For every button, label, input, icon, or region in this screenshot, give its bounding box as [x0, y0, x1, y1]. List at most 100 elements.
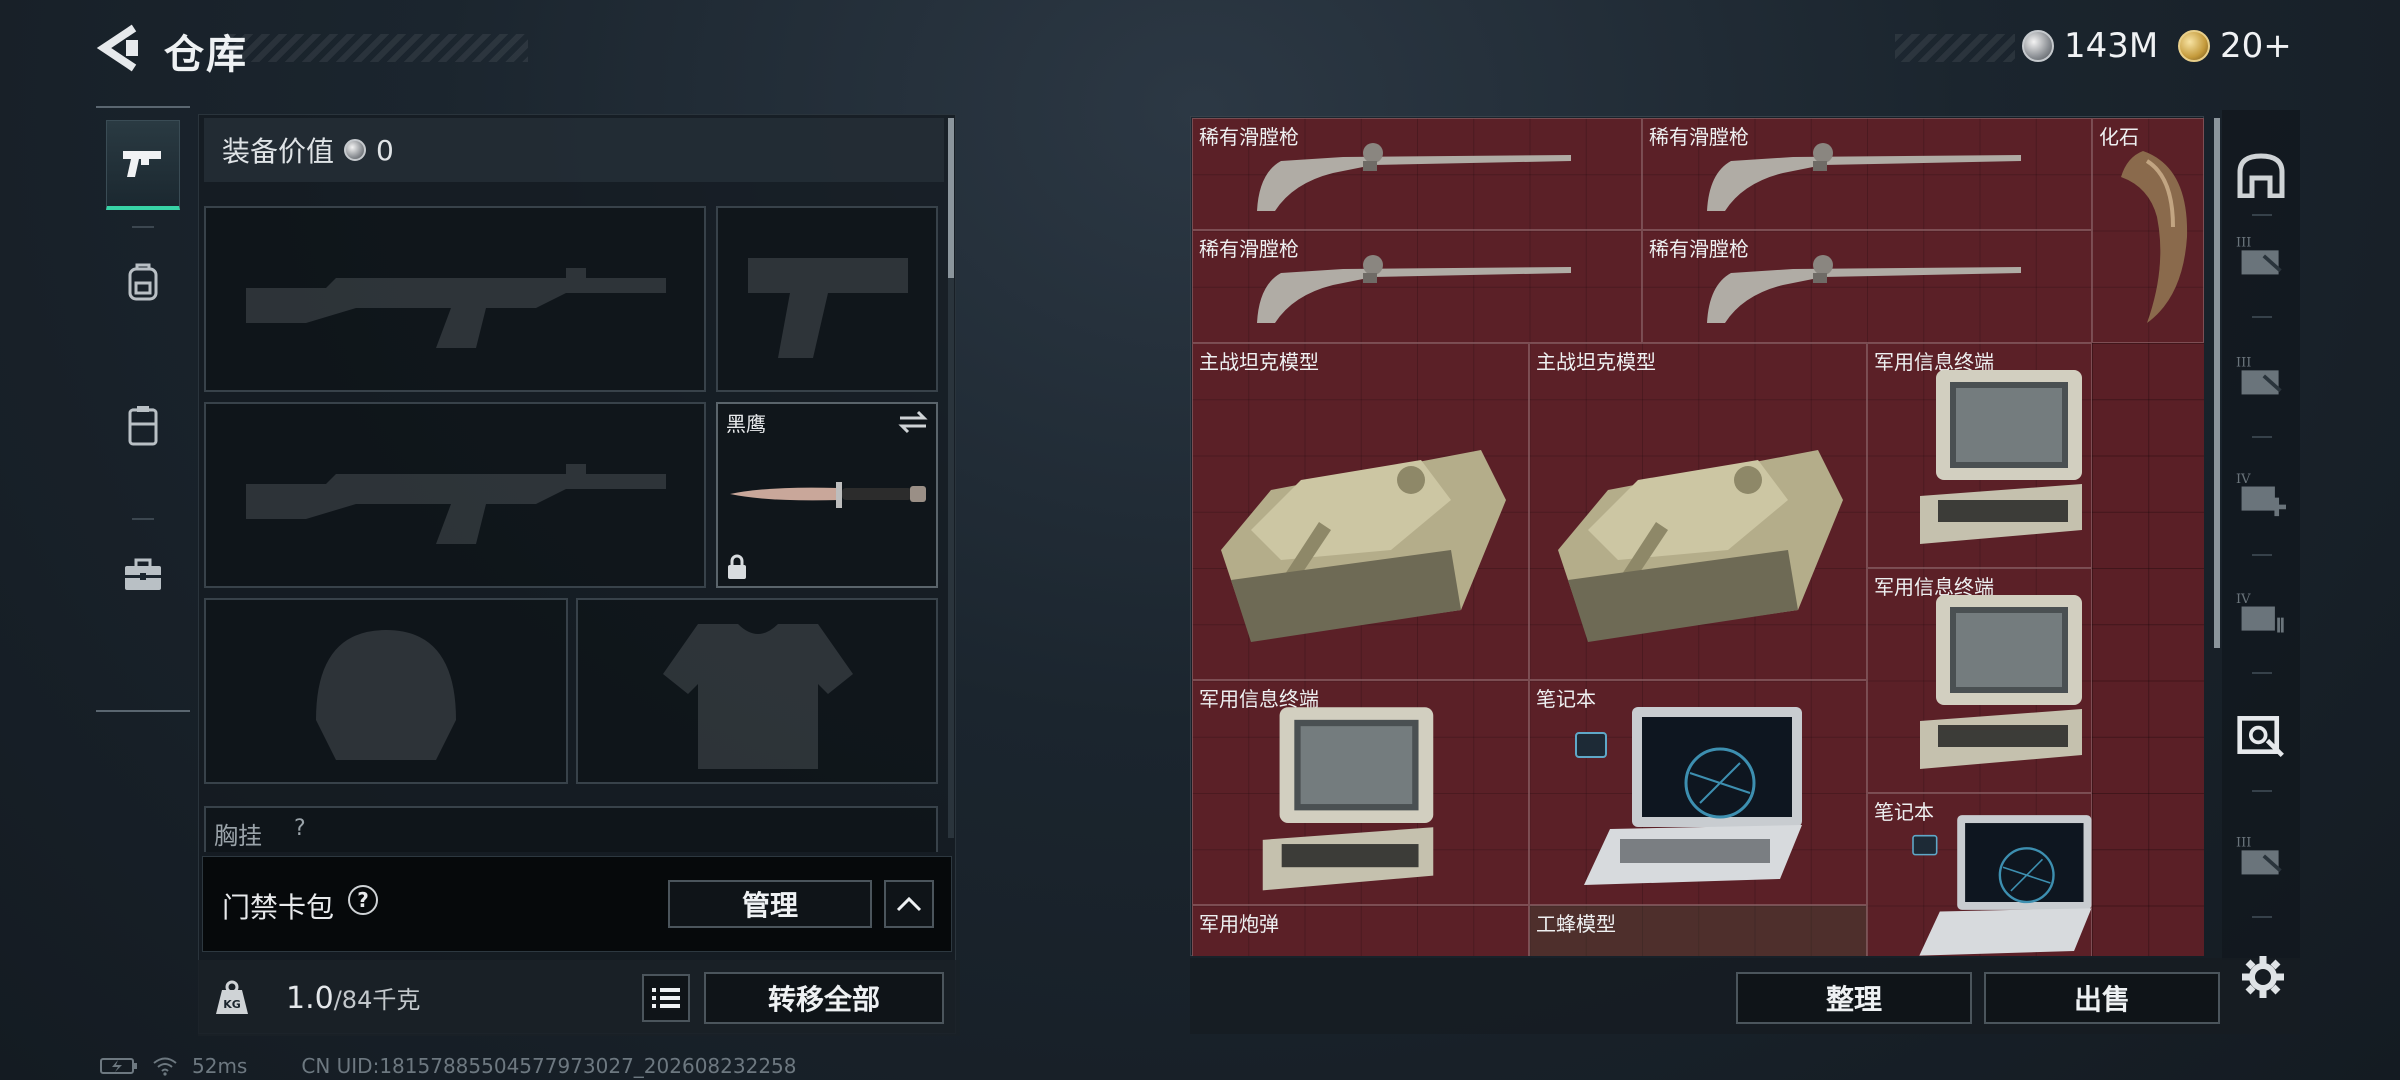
stash-item-laptop[interactable]: 笔记本 [1529, 680, 1867, 905]
rifle-silhouette-icon [246, 464, 666, 544]
category-divider [2252, 916, 2272, 918]
stash-item-drone-model[interactable]: 工蜂模型 [1529, 905, 1867, 956]
stash-grid: 稀有滑膛枪 稀有滑膛枪 化石 稀有滑膛枪 稀有滑膛枪 主战坦克模型 主战坦克模型 [1192, 118, 2204, 956]
category-divider [2252, 790, 2272, 792]
item-name: 化石 [2099, 125, 2139, 149]
tier-4-medical-icon: IV [2236, 472, 2286, 517]
helmet-silhouette-icon [316, 630, 456, 760]
stash-item-musket[interactable]: 稀有滑膛枪 [1192, 230, 1642, 343]
rifle-silhouette-icon [246, 268, 666, 348]
capacity-unit: /84千克 [333, 986, 421, 1014]
silver-currency[interactable]: 143M [2022, 26, 2158, 66]
currency-decoration [1895, 34, 2015, 62]
gold-coin-icon [2178, 30, 2210, 62]
sell-button[interactable]: 出售 [1984, 972, 2220, 1024]
collectibles-icon [2237, 716, 2284, 758]
svg-text:III: III [2236, 836, 2251, 851]
equipment-value: 0 [376, 133, 394, 167]
melee-slot[interactable]: 黑鹰 [716, 402, 938, 588]
status-bar: 52ms CN UID:18157885504577973027_2026082… [100, 1054, 797, 1078]
transfer-all-button[interactable]: 转移全部 [704, 972, 944, 1024]
pistol-icon [123, 150, 161, 177]
item-name: 主战坦克模型 [1199, 350, 1319, 374]
category-divider [2252, 214, 2272, 216]
manage-button[interactable]: 管理 [668, 880, 872, 928]
weight-icon: KG [216, 980, 248, 1014]
pistol-silhouette-icon [748, 258, 908, 358]
wifi-icon [153, 1057, 177, 1076]
category-tier-3-c[interactable]: III [2236, 830, 2286, 880]
tier-3-container-icon: III [2236, 356, 2282, 395]
battery-icon [100, 1058, 137, 1074]
gold-currency-value: 20+ [2220, 26, 2292, 66]
stash-item-military-terminal[interactable]: 军用信息终端 [1192, 680, 1529, 905]
musket-icon [1707, 143, 2021, 211]
rail-item-chest-rig[interactable] [106, 380, 180, 470]
toolbox-icon [125, 558, 161, 590]
equipment-category-rail [96, 106, 190, 712]
stash-item-tank-model[interactable]: 主战坦克模型 [1529, 343, 1867, 680]
category-tier-3-b[interactable]: III [2236, 350, 2286, 400]
sort-button[interactable]: 整理 [1736, 972, 1972, 1024]
category-divider [2252, 672, 2272, 674]
musket-icon [1257, 143, 1571, 211]
category-divider [2252, 554, 2272, 556]
rail-item-weapons[interactable] [106, 120, 180, 210]
category-divider [2252, 316, 2272, 318]
keycard-case-label: 门禁卡包 [222, 891, 335, 924]
laptop-icon [1912, 815, 2092, 956]
ping-value: 52ms [192, 1054, 248, 1078]
melee-item-name: 黑鹰 [726, 412, 766, 436]
tier-4-ammo-box-icon: IV [2236, 592, 2284, 633]
chest-rig-icon [128, 406, 158, 446]
stash-item-artillery-shell[interactable]: 军用炮弹 [1192, 905, 1529, 956]
chest-rig-label: 胸挂 [214, 822, 262, 850]
stash-scrollbar[interactable] [2214, 118, 2220, 648]
back-icon[interactable] [96, 22, 144, 74]
item-name: 军用炮弹 [1199, 912, 1279, 936]
silver-coin-icon [344, 139, 367, 161]
expand-button[interactable] [884, 880, 934, 928]
stash-item-musket[interactable]: 稀有滑膛枪 [1642, 230, 2092, 343]
category-tier-4-medical[interactable]: IV [2236, 468, 2286, 518]
tier-3-container-icon: III [2236, 836, 2282, 875]
chest-rig-help-icon[interactable]: ? [294, 816, 306, 841]
chest-rig-slot[interactable]: 胸挂 ? [204, 806, 938, 852]
stash-item-laptop[interactable]: 笔记本 [1867, 793, 2092, 956]
silver-currency-value: 143M [2064, 26, 2159, 66]
category-all-items[interactable] [2236, 150, 2286, 200]
list-view-button[interactable] [642, 974, 690, 1022]
secondary-weapon-slot[interactable] [204, 402, 706, 588]
silver-coin-icon [2022, 30, 2054, 62]
category-divider [2252, 436, 2272, 438]
primary-weapon-slot[interactable] [204, 206, 706, 392]
help-icon[interactable]: ? [348, 885, 378, 915]
stash-item-fossil[interactable]: 化石 [2092, 118, 2204, 343]
rail-divider [132, 226, 154, 228]
svg-text:IV: IV [2236, 472, 2251, 487]
equipment-value-header: 装备价值 0 [204, 118, 944, 182]
gold-currency[interactable]: 20+ [2178, 26, 2292, 66]
rail-item-backpack[interactable] [106, 236, 180, 326]
equipment-scrollbar-thumb[interactable] [948, 118, 954, 278]
body-armor-slot[interactable] [576, 598, 938, 784]
svg-text:III: III [2236, 236, 2251, 251]
capacity-value: 1.0 [286, 981, 334, 1016]
category-collectibles[interactable] [2236, 710, 2286, 760]
category-tier-4-ammo[interactable]: IV [2236, 588, 2286, 638]
sidearm-slot[interactable] [716, 206, 938, 392]
rail-divider [132, 518, 154, 520]
swap-icon[interactable] [898, 410, 928, 434]
stash-item-musket[interactable]: 稀有滑膛枪 [1642, 118, 2092, 230]
settings-button[interactable] [2240, 954, 2286, 1000]
military-terminal-icon [1262, 707, 1434, 891]
svg-text:IV: IV [2236, 592, 2251, 607]
stash-item-tank-model[interactable]: 主战坦克模型 [1192, 343, 1529, 680]
helmet-slot[interactable] [204, 598, 568, 784]
category-tier-3-a[interactable]: III [2236, 230, 2286, 280]
musket-icon [1707, 255, 2021, 323]
stash-item-military-terminal[interactable]: 军用信息终端 [1867, 568, 2092, 793]
rail-item-toolbox[interactable] [106, 530, 180, 620]
stash-item-musket[interactable]: 稀有滑膛枪 [1192, 118, 1642, 230]
stash-item-military-terminal[interactable]: 军用信息终端 [1867, 343, 2092, 568]
